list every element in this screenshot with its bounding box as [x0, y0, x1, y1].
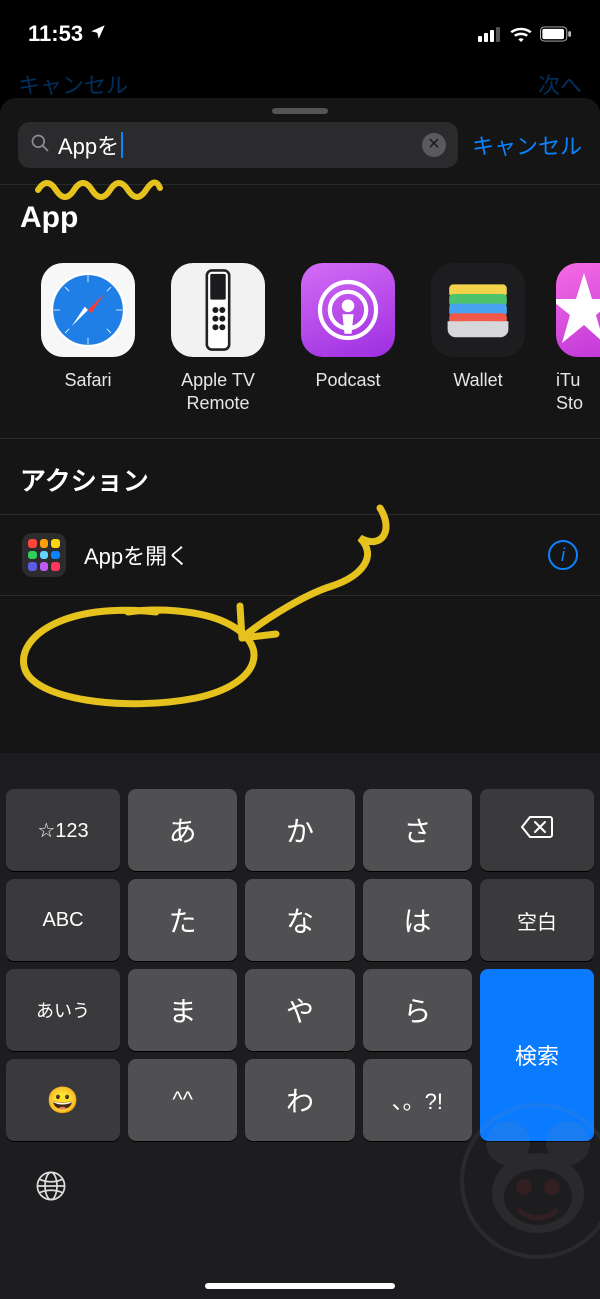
key-ha[interactable]: は: [363, 879, 472, 961]
safari-icon: [41, 263, 135, 357]
globe-icon[interactable]: [34, 1169, 68, 1211]
cancel-button[interactable]: キャンセル: [472, 129, 582, 161]
key-ya[interactable]: や: [245, 969, 354, 1051]
key-kaomoji[interactable]: ^^: [128, 1059, 237, 1141]
app-suggestion-strip[interactable]: Safari Apple TV Remote: [0, 249, 600, 439]
close-icon: ✕: [427, 137, 440, 153]
wallet-icon: [431, 263, 525, 357]
delete-icon: [520, 815, 554, 845]
info-icon: i: [561, 545, 565, 566]
key-ka[interactable]: か: [245, 789, 354, 871]
battery-icon: [540, 26, 572, 42]
key-space[interactable]: 空白: [480, 879, 594, 961]
app-label: Wallet: [453, 369, 502, 392]
app-item-appletv-remote[interactable]: Apple TV Remote: [166, 263, 270, 414]
app-label: iTu Sto: [556, 369, 583, 414]
cellular-signal-icon: [478, 26, 502, 42]
key-numbers[interactable]: ☆123: [6, 789, 120, 871]
section-heading-actions: アクション: [0, 439, 600, 514]
search-field[interactable]: Appを ✕: [18, 122, 458, 168]
key-ma[interactable]: ま: [128, 969, 237, 1051]
info-button[interactable]: i: [548, 540, 578, 570]
appletv-remote-icon: [171, 263, 265, 357]
home-indicator[interactable]: [205, 1283, 395, 1289]
app-label: Podcast: [315, 369, 380, 392]
search-icon: [30, 133, 50, 158]
app-label: Apple TV Remote: [166, 369, 270, 414]
app-grid-icon: [22, 533, 66, 577]
key-emoji[interactable]: 😀: [6, 1059, 120, 1141]
key-wa[interactable]: わ: [245, 1059, 354, 1141]
itunes-store-icon: [556, 263, 600, 357]
section-heading-apps: App: [0, 184, 600, 249]
clear-search-button[interactable]: ✕: [422, 133, 446, 157]
app-item-safari[interactable]: Safari: [36, 263, 140, 414]
action-label: Appを開く: [84, 539, 530, 571]
key-delete[interactable]: [480, 789, 594, 871]
status-time: 11:53: [28, 21, 83, 47]
wifi-icon: [510, 26, 532, 42]
app-item-wallet[interactable]: Wallet: [426, 263, 530, 414]
text-caret: [121, 132, 123, 158]
app-item-podcast[interactable]: Podcast: [296, 263, 400, 414]
app-item-itunes-store[interactable]: iTu Sto: [556, 263, 596, 414]
search-input[interactable]: Appを: [58, 129, 414, 161]
key-abc[interactable]: ABC: [6, 879, 120, 961]
key-kana-switch[interactable]: あいう: [6, 969, 120, 1051]
key-a[interactable]: あ: [128, 789, 237, 871]
sheet-grabber[interactable]: [272, 108, 328, 114]
podcast-icon: [301, 263, 395, 357]
watermark-icon: [458, 1101, 600, 1261]
key-punct[interactable]: 、。?!: [363, 1059, 472, 1141]
action-row-open-app[interactable]: Appを開く i: [0, 514, 600, 596]
key-na[interactable]: な: [245, 879, 354, 961]
key-ra[interactable]: ら: [363, 969, 472, 1051]
location-arrow-icon: [89, 21, 107, 47]
status-bar: 11:53: [0, 0, 600, 60]
key-ta[interactable]: た: [128, 879, 237, 961]
key-sa[interactable]: さ: [363, 789, 472, 871]
search-input-value: Appを: [58, 129, 119, 161]
app-label: Safari: [64, 369, 111, 392]
